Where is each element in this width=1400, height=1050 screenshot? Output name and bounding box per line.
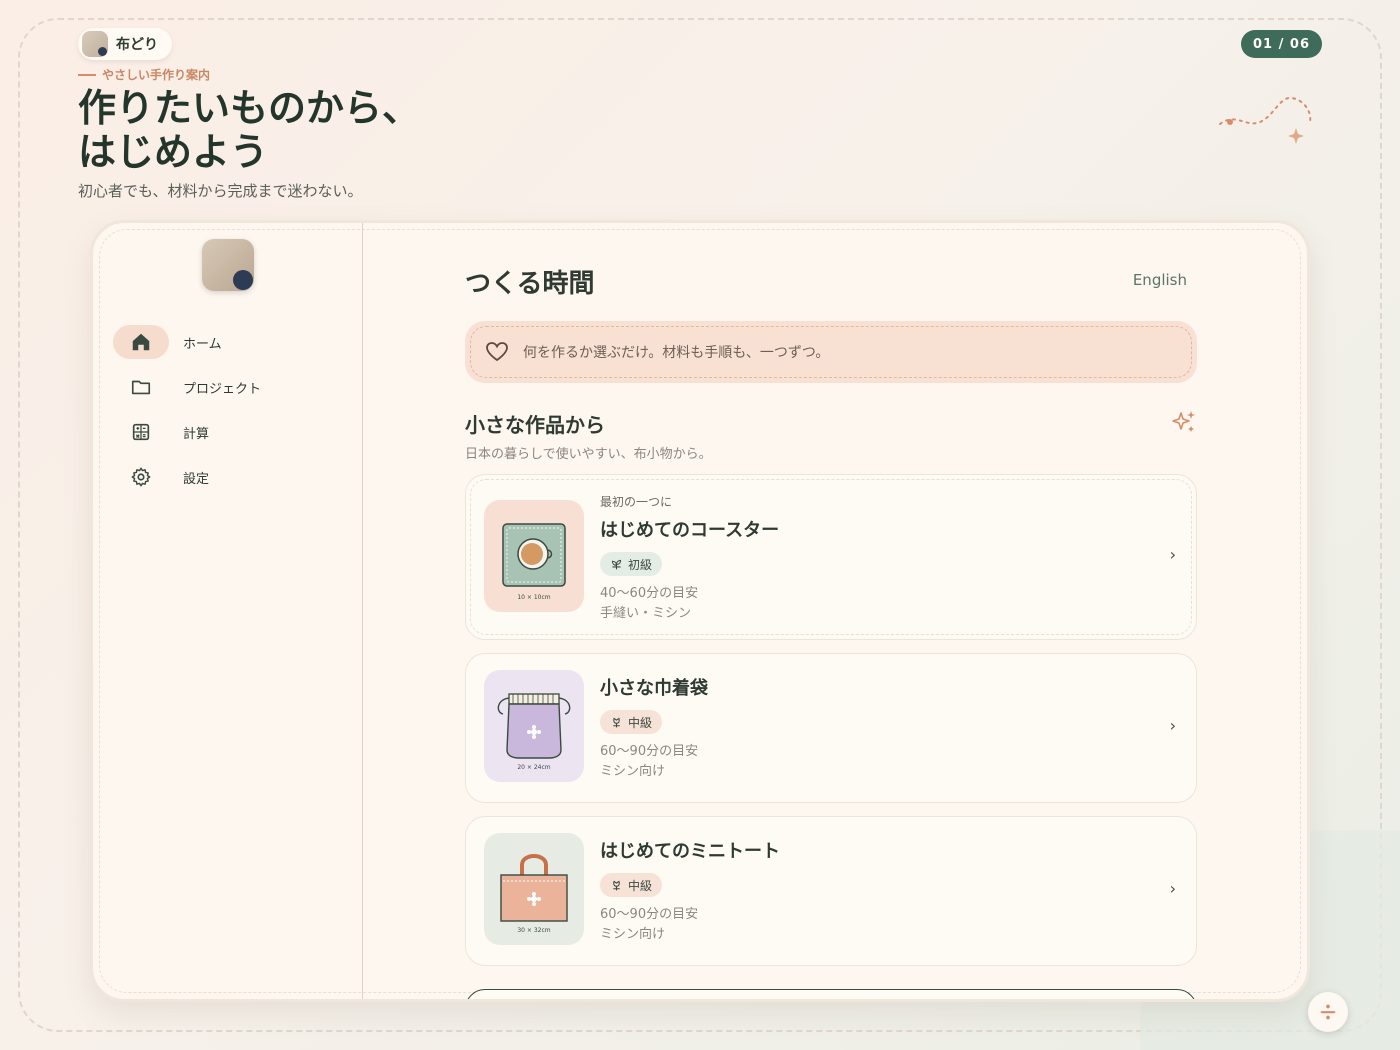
hero-title-line1: 作りたいものから、 — [78, 86, 421, 130]
eyebrow-dash — [78, 73, 96, 76]
flower-icon — [613, 880, 620, 890]
folder-icon — [113, 370, 169, 404]
calculator-icon — [113, 415, 169, 449]
card-method: ミシン向け — [600, 764, 666, 779]
brand-logo-icon — [82, 31, 108, 57]
gear-icon — [113, 460, 169, 494]
hero-eyebrow-text: やさしい手作り案内 — [102, 68, 211, 82]
dotted-path-decoration-icon — [1219, 96, 1312, 144]
chevron-right-icon: › — [1169, 879, 1176, 898]
app-logo-icon[interactable] — [201, 239, 254, 291]
drawstring-bag-illustration-icon: 20 × 24cm — [497, 693, 571, 771]
home-icon — [113, 325, 169, 359]
card-body: はじめてのミニトート 中級 60〜90分の目安 ミシン向け — [600, 837, 780, 945]
app-window: ホーム プロジェクト 計算 設定 つくる時間 English 何を作るか選ぶだけ… — [90, 220, 1310, 1002]
language-switch-link[interactable]: English — [1133, 271, 1187, 289]
level-badge: 中級 — [600, 873, 663, 897]
sidebar-item-projects[interactable]: プロジェクト — [113, 370, 362, 404]
section-title: 小さな作品から — [465, 413, 605, 437]
level-label: 中級 — [628, 878, 653, 893]
card-title: はじめてのコースター — [600, 520, 780, 541]
sparkle-icon — [1172, 411, 1195, 432]
card-thumbnail: 10 × 10cm — [484, 500, 584, 612]
main-content: つくる時間 English 何を作るか選ぶだけ。材料も手順も、一つずつ。 小さな… — [465, 223, 1197, 999]
card-time: 60〜90分の目安 — [600, 907, 699, 922]
section-subtitle: 日本の暮らしで使いやすい、布小物から。 — [465, 447, 712, 462]
chevron-right-icon: › — [1169, 716, 1176, 735]
hero-subtitle: 初心者でも、材料から完成まで迷わない。 — [78, 182, 363, 200]
card-size-label: 10 × 10cm — [517, 594, 550, 601]
sidebar-item-label: 計算 — [183, 426, 210, 442]
level-label: 中級 — [628, 715, 653, 730]
sidebar-item-label: ホーム — [183, 336, 222, 352]
flower-icon — [613, 717, 620, 727]
card-size-label: 20 × 24cm — [517, 764, 550, 771]
sidebar: ホーム プロジェクト 計算 設定 — [93, 223, 363, 999]
card-thumbnail: 20 × 24cm — [484, 670, 584, 782]
tote-bag-illustration-icon: 30 × 32cm — [500, 854, 568, 934]
project-card-drawstring-bag[interactable]: 20 × 24cm 小さな巾着袋 中級 60〜90分の目安 ミシン向け › — [465, 653, 1197, 803]
card-time: 40〜60分の目安 — [600, 586, 699, 601]
page-title: つくる時間 — [465, 269, 595, 299]
card-method: ミシン向け — [600, 927, 666, 942]
card-method: 手縫い・ミシン — [600, 606, 692, 621]
brand-name: 布どり — [116, 37, 158, 53]
sidebar-item-label: プロジェクト — [183, 381, 262, 397]
sidebar-item-label: 設定 — [183, 471, 210, 487]
card-thumbnail: 30 × 32cm — [484, 833, 584, 945]
heart-icon — [486, 342, 508, 362]
sidebar-item-calculate[interactable]: 計算 — [113, 415, 362, 449]
level-label: 初級 — [628, 557, 653, 572]
card-eyebrow: 最初の一つに — [600, 495, 673, 509]
hero-title: 作りたいものから、 はじめよう — [78, 86, 420, 174]
brand-pill[interactable]: 布どり — [78, 28, 172, 60]
card-body: 最初の一つに はじめてのコースター 初級 40〜60分の目安 手縫い・ミシン — [600, 493, 779, 624]
card-body: 小さな巾着袋 中級 60〜90分の目安 ミシン向け — [600, 674, 708, 782]
card-size-label: 30 × 32cm — [517, 927, 550, 934]
card-time: 60〜90分の目安 — [600, 744, 699, 759]
divide-icon — [1320, 1004, 1336, 1020]
hero-eyebrow: やさしい手作り案内 — [78, 66, 210, 83]
slide-counter: 01 / 06 — [1241, 30, 1322, 58]
hero-title-line2: はじめよう — [78, 130, 269, 174]
sidebar-item-home[interactable]: ホーム — [113, 325, 362, 359]
sprout-icon — [611, 559, 622, 569]
level-badge: 中級 — [600, 710, 663, 734]
project-card-mini-tote[interactable]: 30 × 32cm はじめてのミニトート 中級 60〜90分の目安 ミシン向け … — [465, 816, 1197, 966]
chevron-right-icon: › — [1169, 545, 1176, 564]
banner-text: 何を作るか選ぶだけ。材料も手順も、一つずつ。 — [523, 345, 830, 361]
card-title: はじめてのミニトート — [600, 841, 780, 862]
project-card-partial[interactable] — [465, 989, 1197, 999]
coaster-illustration-icon: 10 × 10cm — [502, 523, 566, 601]
card-title: 小さな巾着袋 — [600, 678, 708, 699]
level-badge: 初級 — [600, 552, 663, 576]
info-banner: 何を作るか選ぶだけ。材料も手順も、一つずつ。 — [465, 321, 1197, 383]
sidebar-item-settings[interactable]: 設定 — [113, 460, 362, 494]
project-card-coaster[interactable]: 10 × 10cm 最初の一つに はじめてのコースター 初級 40〜60分の目安… — [465, 474, 1197, 640]
divider-toggle-button[interactable] — [1308, 992, 1348, 1032]
